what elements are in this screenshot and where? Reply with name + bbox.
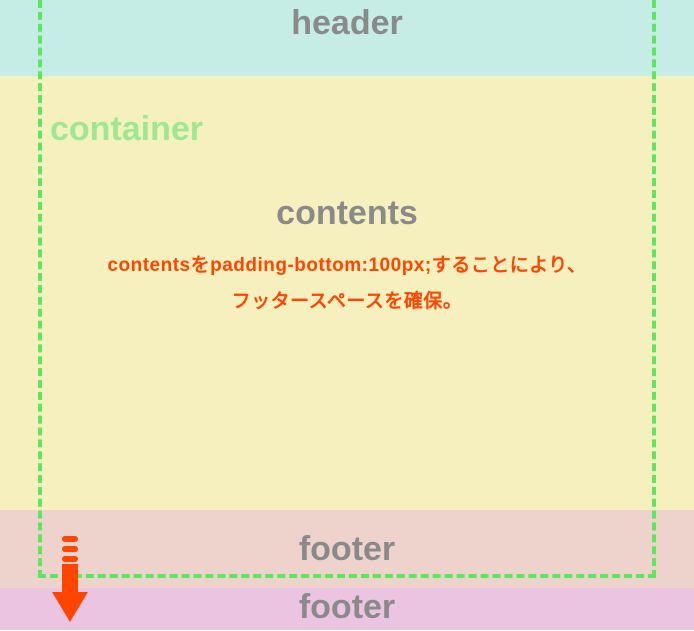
footer-label-1: footer (299, 530, 395, 569)
header-section: header (0, 0, 694, 76)
footer-label-2: footer (299, 588, 395, 627)
contents-label: contents (276, 194, 418, 233)
footer-section-1: footer (0, 510, 694, 588)
annotation-text: contentsをpadding-bottom:100px;することにより、 フ… (57, 248, 637, 320)
container-label: container (50, 110, 203, 149)
container-section: container contents contentsをpadding-bott… (0, 76, 694, 510)
annotation-line-1: contentsをpadding-bottom:100px;することにより、 (107, 255, 586, 276)
annotation-line-2: フッタースペースを確保。 (232, 291, 463, 312)
footer-section-2: footer (0, 588, 694, 630)
header-label: header (291, 4, 403, 43)
